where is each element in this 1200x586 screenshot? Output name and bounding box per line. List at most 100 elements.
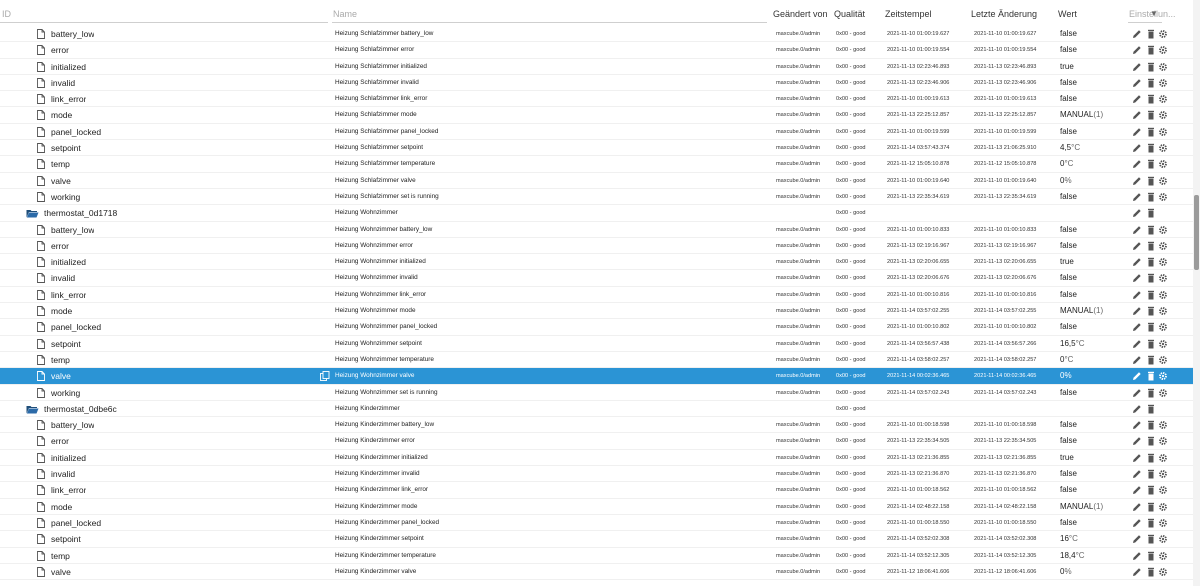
gear-icon[interactable]: [1158, 225, 1168, 235]
table-row[interactable]: valve Heizung Wohnzimmer valve maxcube.0/a…: [0, 368, 1193, 385]
row-value[interactable]: false: [1060, 287, 1128, 303]
edit-icon[interactable]: [1132, 241, 1142, 251]
table-row[interactable]: invalid Heizung Wohnzimmer invalid maxcube…: [0, 270, 1193, 287]
gear-icon[interactable]: [1158, 45, 1168, 55]
row-value[interactable]: MANUAL(1): [1060, 107, 1128, 123]
edit-icon[interactable]: [1132, 322, 1142, 332]
row-value[interactable]: MANUAL(1): [1060, 303, 1128, 319]
row-value[interactable]: false: [1060, 75, 1128, 91]
edit-icon[interactable]: [1132, 127, 1142, 137]
edit-icon[interactable]: [1132, 62, 1142, 72]
edit-icon[interactable]: [1132, 453, 1142, 463]
row-value[interactable]: true: [1060, 254, 1128, 270]
folder-open-icon[interactable]: [26, 405, 39, 414]
table-row[interactable]: invalid Heizung Schlafzimmer invalid maxcu…: [0, 75, 1193, 92]
table-row[interactable]: working Heizung Schlafzimmer set is runni…: [0, 189, 1193, 206]
delete-icon[interactable]: [1146, 469, 1156, 479]
gear-icon[interactable]: [1158, 94, 1168, 104]
gear-icon[interactable]: [1158, 143, 1168, 153]
edit-icon[interactable]: [1132, 94, 1142, 104]
delete-icon[interactable]: [1146, 257, 1156, 267]
delete-icon[interactable]: [1146, 78, 1156, 88]
scrollbar-thumb[interactable]: [1194, 195, 1199, 270]
row-value[interactable]: false: [1060, 385, 1128, 401]
gear-icon[interactable]: [1158, 322, 1168, 332]
delete-icon[interactable]: [1146, 159, 1156, 169]
gear-icon[interactable]: [1158, 29, 1168, 39]
table-row[interactable]: setpoint Heizung Wohnzimmer setpoint maxcu…: [0, 336, 1193, 352]
gear-icon[interactable]: [1158, 502, 1168, 512]
delete-icon[interactable]: [1146, 534, 1156, 544]
table-row[interactable]: valve Heizung Kinderzimmer valve maxcube.0…: [0, 564, 1193, 581]
edit-icon[interactable]: [1132, 159, 1142, 169]
row-value[interactable]: false: [1060, 515, 1128, 531]
delete-icon[interactable]: [1146, 143, 1156, 153]
gear-icon[interactable]: [1158, 62, 1168, 72]
gear-icon[interactable]: [1158, 453, 1168, 463]
table-row[interactable]: link_error Heizung Wohnzimmer link_error m…: [0, 287, 1193, 304]
column-header-last-change[interactable]: Letzte Änderung: [971, 9, 1037, 19]
row-value[interactable]: false: [1060, 417, 1128, 433]
edit-icon[interactable]: [1132, 469, 1142, 479]
delete-icon[interactable]: [1146, 241, 1156, 251]
table-row[interactable]: error Heizung Wohnzimmer error maxcube.0/a…: [0, 238, 1193, 255]
row-value[interactable]: false: [1060, 238, 1128, 254]
delete-icon[interactable]: [1146, 45, 1156, 55]
edit-icon[interactable]: [1132, 45, 1142, 55]
edit-icon[interactable]: [1132, 436, 1142, 446]
gear-icon[interactable]: [1158, 436, 1168, 446]
gear-icon[interactable]: [1158, 518, 1168, 528]
gear-icon[interactable]: [1158, 176, 1168, 186]
row-value[interactable]: 0°C: [1060, 156, 1128, 172]
table-row[interactable]: temp Heizung Wohnzimmer temperature maxcub…: [0, 352, 1193, 369]
delete-icon[interactable]: [1146, 110, 1156, 120]
gear-icon[interactable]: [1158, 257, 1168, 267]
column-header-changed-by[interactable]: Geändert von: [773, 9, 828, 19]
edit-icon[interactable]: [1132, 371, 1142, 381]
folder-open-icon[interactable]: [26, 209, 39, 218]
row-value[interactable]: false: [1060, 189, 1128, 205]
gear-icon[interactable]: [1158, 306, 1168, 316]
gear-icon[interactable]: [1158, 551, 1168, 561]
table-row[interactable]: setpoint Heizung Kinderzimmer setpoint max…: [0, 531, 1193, 548]
column-header-quality[interactable]: Qualität: [834, 9, 865, 19]
delete-icon[interactable]: [1146, 62, 1156, 72]
table-row[interactable]: panel_locked Heizung Schlafzimmer panel_l…: [0, 124, 1193, 141]
row-value[interactable]: [1060, 205, 1128, 221]
row-value[interactable]: 0%: [1060, 173, 1128, 189]
table-row[interactable]: battery_low Heizung Schlafzimmer battery_…: [0, 26, 1193, 43]
delete-icon[interactable]: [1146, 518, 1156, 528]
table-row[interactable]: panel_locked Heizung Kinderzimmer panel_l…: [0, 515, 1193, 532]
table-row[interactable]: error Heizung Schlafzimmer error maxcube.0…: [0, 42, 1193, 59]
edit-icon[interactable]: [1132, 404, 1142, 414]
row-value[interactable]: 4,5°C: [1060, 140, 1128, 156]
row-value[interactable]: true: [1060, 59, 1128, 75]
table-row[interactable]: invalid Heizung Kinderzimmer invalid maxcu…: [0, 466, 1193, 483]
row-value[interactable]: false: [1060, 42, 1128, 58]
edit-icon[interactable]: [1132, 388, 1142, 398]
edit-icon[interactable]: [1132, 420, 1142, 430]
table-row[interactable]: valve Heizung Schlafzimmer valve maxcube.0…: [0, 173, 1193, 189]
gear-icon[interactable]: [1158, 110, 1168, 120]
row-value[interactable]: false: [1060, 466, 1128, 482]
delete-icon[interactable]: [1146, 127, 1156, 137]
delete-icon[interactable]: [1146, 436, 1156, 446]
folder-row[interactable]: thermostat_0dbe6c Heizung Kinderzimmer 0x0…: [0, 401, 1193, 418]
gear-icon[interactable]: [1158, 388, 1168, 398]
delete-icon[interactable]: [1146, 567, 1156, 577]
delete-icon[interactable]: [1146, 502, 1156, 512]
edit-icon[interactable]: [1132, 273, 1142, 283]
edit-icon[interactable]: [1132, 355, 1142, 365]
delete-icon[interactable]: [1146, 388, 1156, 398]
gear-icon[interactable]: [1158, 127, 1168, 137]
edit-icon[interactable]: [1132, 143, 1142, 153]
gear-icon[interactable]: [1158, 241, 1168, 251]
delete-icon[interactable]: [1146, 273, 1156, 283]
column-header-timestamp[interactable]: Zeitstempel: [885, 9, 932, 19]
table-row[interactable]: error Heizung Kinderzimmer error maxcube.0…: [0, 433, 1193, 450]
row-value[interactable]: false: [1060, 91, 1128, 107]
gear-icon[interactable]: [1158, 355, 1168, 365]
delete-icon[interactable]: [1146, 551, 1156, 561]
delete-icon[interactable]: [1146, 420, 1156, 430]
gear-icon[interactable]: [1158, 485, 1168, 495]
